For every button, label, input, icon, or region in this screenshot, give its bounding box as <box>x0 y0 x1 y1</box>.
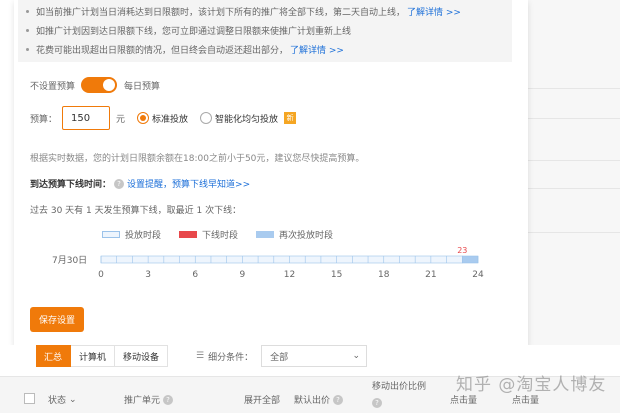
divider <box>512 232 620 233</box>
tip-item: 如推广计划因到达日限额下线，您可立即通过调整日限额来使推广计划重新上线 <box>26 21 512 40</box>
x-tick-label: 0 <box>98 270 104 280</box>
offline-label: 到达预算下线时间： <box>30 180 112 190</box>
help-icon[interactable]: ? <box>114 178 125 189</box>
bullet-icon <box>26 29 29 32</box>
save-settings-button[interactable]: 保存设置 <box>30 307 84 332</box>
budget-toggle-row: 不设置预算 每日预算 <box>30 77 160 93</box>
bullet-icon <box>26 48 29 51</box>
help-icon[interactable]: ? <box>163 394 174 405</box>
legend-label: 再次投放时段 <box>279 231 334 241</box>
learn-more-link[interactable]: 了解详情 >> <box>290 43 344 56</box>
filter-value: 全部 <box>270 352 289 363</box>
tab-summary[interactable]: 汇总 <box>36 345 72 367</box>
timeline-date-label: 7月30日 <box>52 255 87 266</box>
filter-select[interactable]: 全部 ⌄ <box>261 345 368 367</box>
standard-delivery-label: 标准投放 <box>152 114 189 125</box>
x-tick-label: 24 <box>472 270 484 280</box>
expand-all-link[interactable]: 展开全部 <box>244 393 280 406</box>
budget-input[interactable]: 150 <box>62 106 111 130</box>
filter-icon: ☰ <box>196 351 205 361</box>
watermark: 知乎 @淘宝人博友 <box>456 375 607 395</box>
x-tick-label: 15 <box>331 270 342 280</box>
divider <box>512 188 620 189</box>
standard-delivery-radio[interactable] <box>137 112 150 124</box>
filter-label: 细分条件： <box>208 352 254 363</box>
toggle-knob <box>103 79 116 91</box>
divider <box>512 118 620 119</box>
help-icon[interactable]: ? <box>333 394 344 405</box>
smart-delivery-label: 智能化均匀投放 <box>215 114 279 125</box>
offline-time-row: 到达预算下线时间： ? 设置提醒 ，预算下线早知道>> <box>30 177 250 190</box>
budget-toggle[interactable] <box>81 77 118 93</box>
chevron-down-icon: ⌄ <box>69 394 77 405</box>
learn-more-link[interactable]: 了解详情 >> <box>407 5 461 18</box>
daily-budget-label: 每日预算 <box>124 81 161 92</box>
tip-item: 花费可能出现超出日限额的情况，但日终会自动返还超出部分， 了解详情 >> <box>26 40 512 59</box>
estimate-note: 根据实时数据，您的计划日限额余额在18:00之前小于50元，建议您尽快提高预算。 <box>30 154 365 164</box>
timeline-segment <box>461 255 479 264</box>
new-badge: 新 <box>284 112 297 124</box>
tab-computer[interactable]: 计算机 <box>71 345 116 367</box>
checkbox-icon <box>24 393 35 404</box>
x-tick-label: 3 <box>145 270 151 280</box>
x-tick-label: 21 <box>425 270 436 280</box>
legend-swatch-offline <box>179 231 198 238</box>
history-note: 过去 30 天有 1 天发生预算下线，取最近 1 次下线： <box>30 206 242 216</box>
select-all-checkbox[interactable] <box>24 393 35 404</box>
set-reminder-link[interactable]: 设置提醒 <box>127 177 163 190</box>
tip-item: 如当前推广计划当日消耗达到日限额时，该计划下所有的推广将全部下线，第二天自动上线… <box>26 2 512 21</box>
budget-label: 预算： <box>30 114 58 125</box>
help-icon[interactable]: ? <box>372 398 382 408</box>
bullet-icon <box>26 10 29 13</box>
background-area <box>512 0 620 345</box>
legend-swatch-delivery <box>102 231 120 238</box>
tips-box: 如当前推广计划当日消耗达到日限额时，该计划下所有的推广将全部下线，第二天自动上线… <box>18 0 512 62</box>
x-tick-label: 9 <box>240 270 246 280</box>
tab-mobile[interactable]: 移动设备 <box>115 345 169 367</box>
legend-label: 下线时段 <box>202 231 239 241</box>
x-tick-label: 6 <box>192 270 198 280</box>
budget-row: 预算： 150 元 标准投放 智能化均匀投放 新 <box>30 106 297 130</box>
budget-timeline-chart: 7月30日 23 0 3 6 9 12 15 18 21 24 <box>52 246 484 280</box>
chevron-down-icon: ⌄ <box>352 351 361 361</box>
budget-popup: 如当前推广计划当日消耗达到日限额时，该计划下所有的推广将全部下线，第二天自动上线… <box>14 0 528 347</box>
budget-unit: 元 <box>116 114 126 125</box>
legend-swatch-redelivery <box>256 231 275 238</box>
divider <box>512 88 620 89</box>
no-budget-label: 不设置预算 <box>30 81 76 92</box>
x-tick-label: 12 <box>284 270 295 280</box>
divider <box>512 160 620 161</box>
device-tabs: 汇总 计算机 移动设备 <box>36 345 169 367</box>
chart-legend: 投放时段 下线时段 再次投放时段 <box>102 228 333 241</box>
x-tick-label: 18 <box>378 270 390 280</box>
timeline-segment <box>100 255 463 264</box>
col-unit: 推广单元? <box>124 393 176 406</box>
filter-row: ☰ 细分条件： 全部 ⌄ <box>196 345 368 367</box>
col-status[interactable]: 状态 ⌄ <box>48 393 77 407</box>
offline-marker-label: 23 <box>457 246 467 255</box>
legend-label: 投放时段 <box>125 231 162 241</box>
smart-delivery-radio[interactable] <box>200 112 213 124</box>
col-mobile-ratio: 移动出价比例? <box>372 382 427 408</box>
col-default-bid: 默认出价? <box>294 393 346 406</box>
budget-notice-link[interactable]: ，预算下线早知道>> <box>163 177 250 190</box>
